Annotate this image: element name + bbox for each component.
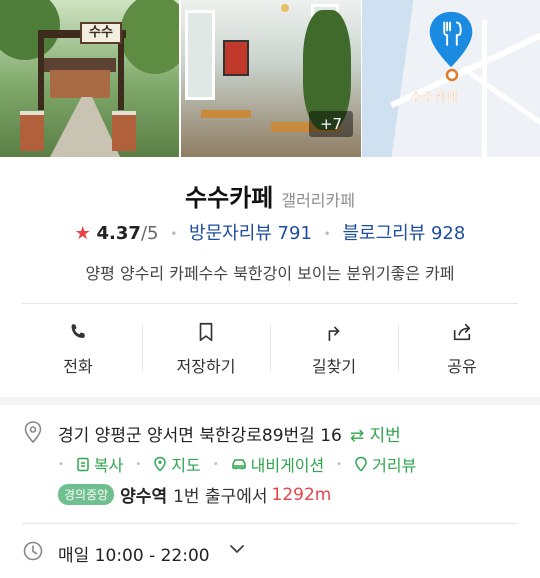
clock-icon: [23, 541, 43, 561]
visitor-reviews-link[interactable]: 방문자리뷰 791: [189, 223, 312, 244]
photo-interior[interactable]: +7: [181, 0, 361, 157]
river-shape: [362, 0, 415, 157]
share-button[interactable]: 공유: [398, 316, 526, 386]
place-description: 양평 양수리 카페수수 북한강이 보이는 분위기좋은 카페: [85, 264, 455, 283]
navigation-label: 내비게이션: [250, 456, 325, 475]
copy-link[interactable]: 복사: [76, 452, 123, 476]
chevron-down-icon[interactable]: [228, 540, 246, 558]
share-icon: [453, 323, 471, 341]
rating-score: 4.37: [96, 223, 141, 244]
map-pin-icon: [429, 11, 473, 68]
jibun-toggle[interactable]: ⇄ 지번: [350, 426, 401, 446]
tree-shape: [120, 0, 179, 74]
section-separator: [0, 397, 540, 405]
more-photos-badge[interactable]: +7: [309, 111, 353, 137]
stone-path: [50, 97, 120, 157]
rating-max: /5: [140, 223, 159, 244]
location-pin-icon: [24, 421, 42, 444]
car-icon: [231, 459, 246, 470]
station-name: 양수역: [120, 487, 168, 507]
bullet: •: [58, 458, 64, 470]
station-distance: 1292m: [271, 484, 332, 505]
separator-dot: •: [323, 227, 331, 241]
save-button[interactable]: 저장하기: [142, 316, 270, 386]
call-button[interactable]: 전화: [14, 316, 142, 386]
road-shape: [461, 66, 540, 139]
window-shape: [185, 10, 215, 100]
directions-icon: [328, 326, 340, 342]
chandelier: [281, 4, 289, 12]
map-link[interactable]: 지도: [153, 452, 201, 476]
directions-button[interactable]: 길찾기: [270, 316, 398, 386]
address-actions: • 복사 • 지도 • 내비게이션 • 거리뷰: [58, 452, 416, 476]
streetview-pin-icon: [355, 456, 367, 472]
bullet: •: [212, 458, 219, 470]
gate-post: [38, 30, 44, 110]
star-icon: ★: [74, 223, 91, 244]
copy-icon: [77, 457, 89, 471]
road-shape: [482, 20, 487, 157]
brick-pillar: [20, 111, 44, 151]
subway-line-badge: 경의중앙: [58, 484, 115, 505]
blog-reviews-link[interactable]: 블로그리뷰 928: [342, 223, 465, 244]
save-label: 저장하기: [176, 357, 236, 376]
phone-icon: [71, 324, 85, 338]
place-name: 수수카페: [185, 184, 274, 212]
address-text: 경기 양평군 양서면 북한강로89번길 16: [58, 426, 342, 446]
address-row: 경기 양평군 양서면 북한강로89번길 16 ⇄ 지번: [58, 421, 401, 446]
bullet: •: [135, 458, 142, 470]
streetview-link[interactable]: 거리뷰: [354, 452, 416, 476]
map-label: 지도: [171, 456, 201, 475]
map-pin-small-icon: [154, 456, 167, 472]
share-label: 공유: [447, 357, 477, 376]
copy-label: 복사: [93, 456, 124, 475]
divider: [22, 303, 518, 304]
navigation-link[interactable]: 내비게이션: [231, 452, 325, 476]
directions-label: 길찾기: [311, 357, 357, 376]
call-label: 전화: [63, 357, 93, 376]
divider: [22, 523, 518, 524]
table-shape: [201, 110, 251, 118]
house-shape: [50, 70, 110, 98]
place-category: 갤러리카페: [281, 191, 355, 210]
rating-row: ★ 4.37/5 • 방문자리뷰 791 • 블로그리뷰 928: [0, 219, 540, 245]
title-row: 수수카페 갤러리카페: [0, 178, 540, 213]
wall-art: [223, 40, 249, 76]
bullet: •: [336, 458, 343, 470]
brick-pillar: [112, 111, 136, 151]
streetview-label: 거리뷰: [372, 456, 417, 475]
action-bar: 전화 저장하기 길찾기 공유: [14, 316, 526, 386]
station-exit: 1번 출구에서: [173, 487, 268, 507]
separator-dot: •: [170, 227, 178, 241]
map-place-label: 수수카페: [410, 91, 458, 106]
gate-sign: 수수: [80, 22, 122, 44]
photo-entrance[interactable]: 수수: [0, 0, 179, 157]
business-hours[interactable]: 매일 10:00 - 22:00: [58, 541, 210, 566]
bookmark-icon: [199, 322, 213, 342]
map-location-dot-icon: [445, 68, 459, 82]
transit-row: 경의중앙 양수역 1번 출구에서 1292m: [58, 482, 331, 507]
